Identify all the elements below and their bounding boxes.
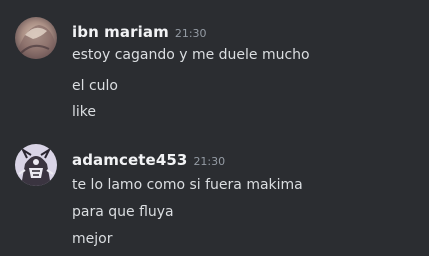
message-header: adamcete453 21:30 — [72, 150, 225, 172]
username[interactable]: ibn mariam — [72, 23, 169, 41]
message-text: estoy cagando y me duele mucho — [72, 47, 310, 63]
message-text: para que fluya — [72, 204, 174, 220]
timestamp: 21:30 — [174, 27, 207, 40]
user-avatar[interactable] — [15, 17, 57, 59]
username[interactable]: adamcete453 — [72, 151, 187, 169]
chat-messages: ibn mariam 21:30 estoy cagando y me duele… — [0, 0, 429, 256]
message-group: ibn mariam 21:30 estoy cagando y me duele… — [0, 17, 429, 127]
message-header: ibn mariam 21:30 — [72, 22, 207, 44]
message-group: adamcete453 21:30 te lo lamo como si fuer… — [0, 144, 429, 254]
message-text: mejor — [72, 231, 113, 247]
message-text: el culo — [72, 78, 118, 94]
message-text: like — [72, 104, 97, 120]
message-text: te lo lamo como si fuera makima — [72, 177, 303, 193]
timestamp: 21:30 — [193, 155, 226, 168]
user-avatar[interactable] — [15, 144, 57, 186]
